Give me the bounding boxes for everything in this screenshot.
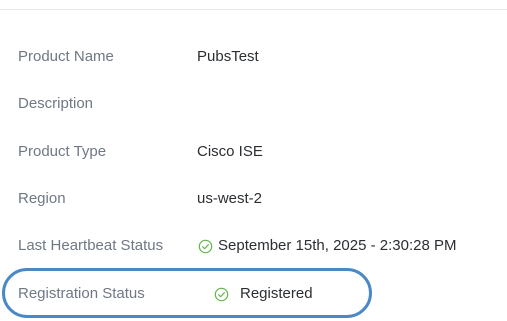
- region-value: us-west-2: [197, 190, 263, 207]
- registration-status-value: Registered: [240, 285, 313, 302]
- registration-status-label: Registration Status: [18, 285, 145, 302]
- product-name-value: PubsTest: [197, 48, 259, 65]
- last-heartbeat-label: Last Heartbeat Status: [18, 237, 164, 254]
- check-circle-icon: [197, 238, 213, 254]
- registration-status-value-wrap: Registered: [197, 281, 313, 307]
- region-label: Region: [18, 190, 66, 207]
- description-row: Description: [0, 91, 507, 117]
- region-row: Region us-west-2: [0, 186, 507, 212]
- last-heartbeat-value-wrap: September 15th, 2025 - 2:30:28 PM: [197, 233, 456, 259]
- last-heartbeat-value: September 15th, 2025 - 2:30:28 PM: [218, 237, 457, 254]
- product-name-row: Product Name PubsTest: [0, 44, 507, 70]
- product-type-value: Cisco ISE: [197, 143, 263, 160]
- check-circle-icon: [213, 286, 229, 302]
- registration-status-row: Registration Status Registered: [0, 281, 507, 307]
- product-name-label: Product Name: [18, 48, 114, 65]
- last-heartbeat-row: Last Heartbeat Status September 15th, 20…: [0, 233, 507, 259]
- product-type-label: Product Type: [18, 143, 107, 160]
- description-label: Description: [18, 95, 94, 112]
- product-details: Product Name PubsTest Description Produc…: [0, 0, 507, 321]
- product-type-row: Product Type Cisco ISE: [0, 139, 507, 165]
